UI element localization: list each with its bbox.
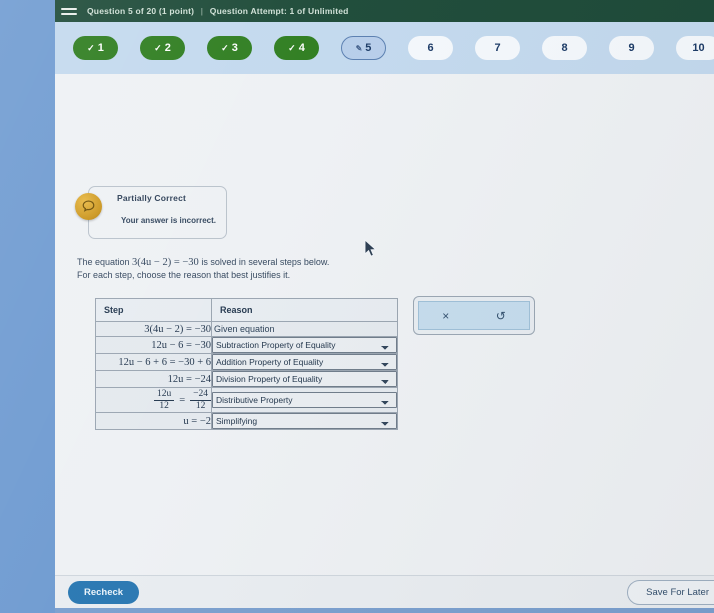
reason-cell-4: Given equationAddition Property of Equal… bbox=[211, 370, 398, 388]
table-row: 3(4u − 2) = −30 Given equation bbox=[95, 321, 398, 337]
step-expression-2: 12u − 6 = −30 bbox=[95, 336, 212, 354]
app-header-bar: Question 5 of 20 (1 point) | Question At… bbox=[55, 0, 714, 22]
question-pill-4[interactable]: ✓ 4 bbox=[274, 36, 319, 60]
question-pill-7[interactable]: 7 bbox=[475, 36, 520, 60]
check-icon: ✓ bbox=[154, 42, 162, 53]
reason-static-text-1: Given equation bbox=[214, 324, 275, 334]
fraction-left-numerator: 12u bbox=[156, 389, 172, 399]
table-row: 12u 12 = −24 12 Distributive Property bbox=[95, 387, 398, 413]
question-counter-label: Question 5 of 20 (1 point) bbox=[87, 6, 195, 16]
question-pill-label: 4 bbox=[298, 42, 305, 54]
pencil-icon: ✎ bbox=[355, 43, 363, 53]
reason-select-3[interactable]: Given equationAddition Property of Equal… bbox=[212, 354, 397, 370]
footer-action-bar: Recheck Save For Later bbox=[55, 575, 714, 608]
question-navigation-bar: ✓ 1 ✓ 2 ✓ 3 ✓ 4 ✎ 5 6 7 8 9 10 bbox=[55, 22, 714, 74]
reason-cell-1: Given equation bbox=[211, 321, 398, 337]
fraction-right-denominator: 12 bbox=[195, 401, 206, 411]
prompt-line1-suffix: is solved in several steps below. bbox=[198, 257, 330, 267]
table-row: u = −2 Given equationAddition Property o… bbox=[95, 412, 398, 430]
steps-reasons-table: Step Reason 3(4u − 2) = −30 Given equati… bbox=[95, 298, 398, 430]
table-header-row: Step Reason bbox=[95, 298, 398, 322]
question-pill-label: 2 bbox=[164, 42, 171, 54]
table-row: 12u = −24 Given equationAddition Propert… bbox=[95, 370, 398, 388]
fraction-right: −24 12 bbox=[190, 389, 211, 412]
question-pill-label: 5 bbox=[365, 42, 372, 54]
header-question-info: Question 5 of 20 (1 point) | Question At… bbox=[87, 6, 349, 16]
reason-cell-6: Given equationAddition Property of Equal… bbox=[211, 412, 398, 430]
answer-tool-palette: × ↺ bbox=[413, 296, 535, 335]
fraction-operator: = bbox=[179, 395, 186, 406]
question-pill-label: 1 bbox=[97, 42, 104, 54]
table-row: 12u − 6 = −30 Given equationAddition Pro… bbox=[95, 336, 398, 354]
column-header-step: Step bbox=[95, 298, 212, 322]
question-pill-10[interactable]: 10 bbox=[676, 36, 714, 60]
check-icon: ✓ bbox=[288, 42, 296, 53]
header-separator: | bbox=[200, 6, 204, 16]
feedback-subtitle: Your answer is incorrect. bbox=[121, 216, 216, 225]
question-pill-label: 10 bbox=[692, 42, 705, 54]
reason-cell-5: Given equationAddition Property of Equal… bbox=[211, 387, 398, 413]
question-content-area: Partially Correct Your answer is incorre… bbox=[55, 74, 714, 613]
speech-bubble-icon bbox=[75, 193, 102, 220]
prompt-line2: For each step, choose the reason that be… bbox=[77, 270, 291, 280]
undo-icon[interactable]: ↺ bbox=[490, 309, 512, 323]
question-pill-label: 3 bbox=[231, 42, 238, 54]
reason-select-4[interactable]: Given equationAddition Property of Equal… bbox=[212, 371, 397, 387]
question-pill-5-current[interactable]: ✎ 5 bbox=[341, 36, 386, 60]
step-expression-4: 12u = −24 bbox=[95, 370, 212, 388]
attempt-counter-label: Question Attempt: 1 of Unlimited bbox=[209, 6, 349, 16]
fraction-left-denominator: 12 bbox=[159, 401, 169, 411]
recheck-button[interactable]: Recheck bbox=[68, 580, 140, 604]
quiz-application-window: Question 5 of 20 (1 point) | Question At… bbox=[55, 0, 714, 613]
step-expression-1: 3(4u − 2) = −30 bbox=[95, 321, 212, 337]
question-pill-3[interactable]: ✓ 3 bbox=[207, 36, 252, 60]
bottom-edge-strip bbox=[55, 608, 714, 613]
question-pill-6[interactable]: 6 bbox=[408, 36, 453, 60]
question-pill-label: 9 bbox=[628, 42, 635, 54]
save-for-later-button[interactable]: Save For Later bbox=[627, 579, 714, 605]
question-pill-1[interactable]: ✓ 1 bbox=[73, 36, 118, 60]
question-pill-label: 7 bbox=[494, 42, 501, 54]
fraction-right-numerator: −24 bbox=[193, 389, 208, 399]
check-icon: ✓ bbox=[221, 42, 229, 53]
hamburger-menu-icon[interactable] bbox=[61, 4, 77, 18]
question-prompt: The equation 3(4u − 2) = −30 is solved i… bbox=[77, 256, 477, 282]
question-pill-label: 6 bbox=[427, 42, 434, 54]
question-pill-8[interactable]: 8 bbox=[542, 36, 587, 60]
reason-select-2[interactable]: Given equationAddition Property of Equal… bbox=[212, 337, 397, 353]
prompt-line1-prefix: The equation bbox=[77, 257, 133, 267]
reason-cell-2: Given equationAddition Property of Equal… bbox=[211, 336, 398, 354]
fraction-equation: 12u 12 = −24 12 bbox=[153, 389, 211, 412]
tool-palette-inner: × ↺ bbox=[418, 301, 530, 330]
feedback-title: Partially Correct bbox=[117, 193, 187, 203]
check-icon: ✓ bbox=[87, 42, 95, 53]
column-header-reason: Reason bbox=[211, 298, 398, 322]
prompt-equation: 3(4u − 2) = −30 bbox=[132, 257, 199, 268]
clear-icon[interactable]: × bbox=[436, 309, 455, 323]
feedback-callout: Partially Correct Your answer is incorre… bbox=[75, 186, 227, 239]
table-row: 12u − 6 + 6 = −30 + 6 Given equationAddi… bbox=[95, 353, 398, 371]
reason-select-6[interactable]: Given equationAddition Property of Equal… bbox=[212, 413, 397, 429]
reason-cell-3: Given equationAddition Property of Equal… bbox=[211, 353, 398, 371]
step-expression-6: u = −2 bbox=[95, 412, 212, 430]
question-pill-2[interactable]: ✓ 2 bbox=[140, 36, 185, 60]
step-expression-3: 12u − 6 + 6 = −30 + 6 bbox=[95, 353, 212, 371]
reason-select-5[interactable]: Given equationAddition Property of Equal… bbox=[212, 392, 397, 408]
question-pill-9[interactable]: 9 bbox=[609, 36, 654, 60]
step-expression-5-fraction: 12u 12 = −24 12 bbox=[95, 387, 212, 413]
question-pill-label: 8 bbox=[561, 42, 568, 54]
fraction-left: 12u 12 bbox=[153, 389, 175, 412]
